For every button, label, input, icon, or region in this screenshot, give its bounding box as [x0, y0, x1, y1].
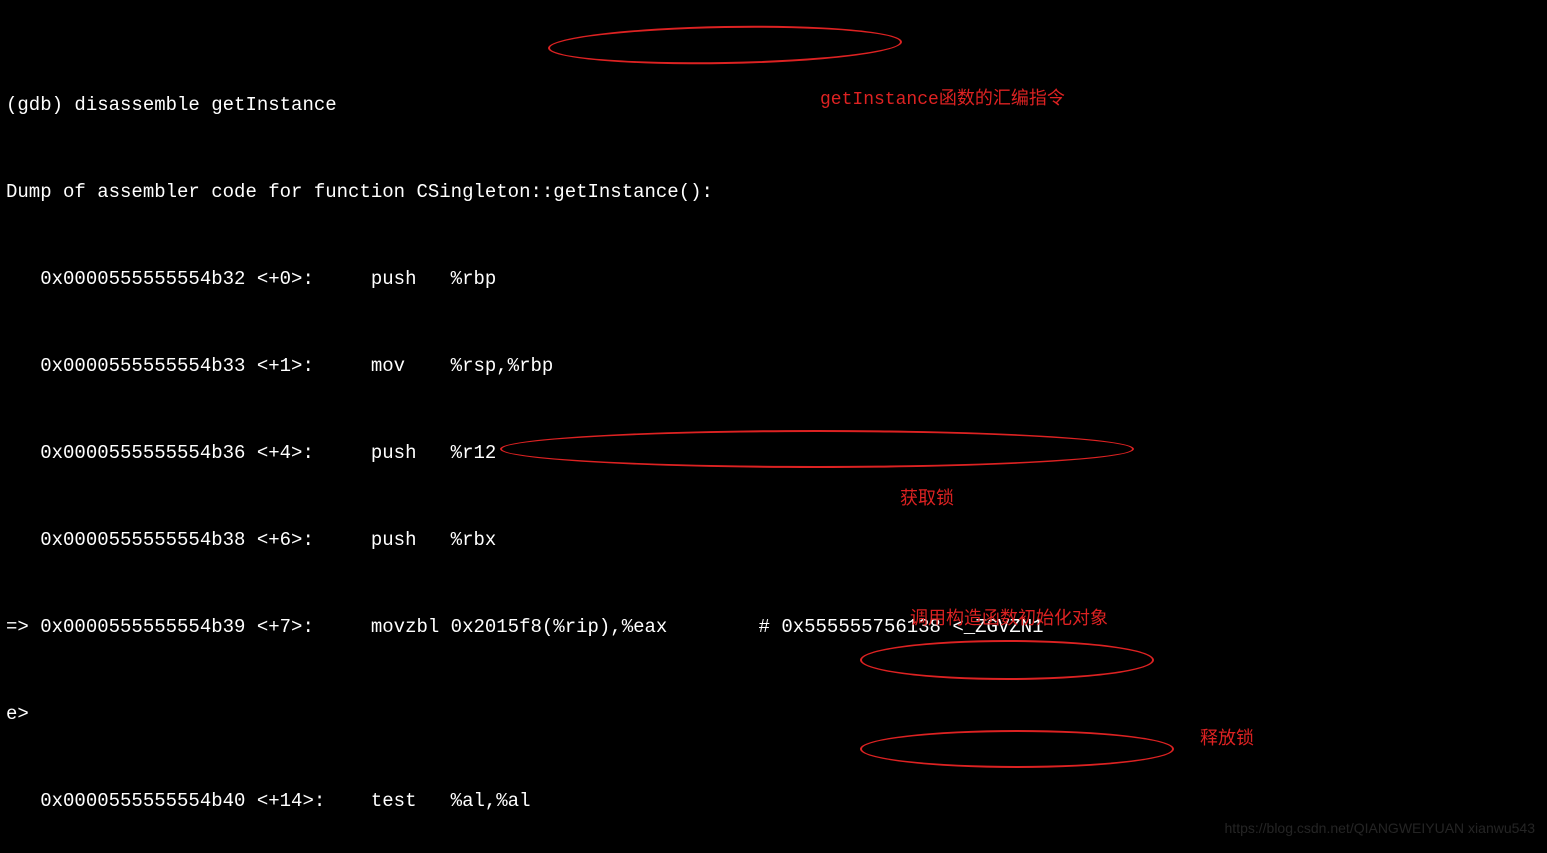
- asm-line: 0x0000555555554b33 <+1>: mov %rsp,%rbp: [6, 352, 1541, 381]
- asm-line: 0x0000555555554b38 <+6>: push %rbx: [6, 526, 1541, 555]
- ellipse-constructor: [860, 640, 1154, 680]
- ellipse-guard-release: [860, 730, 1174, 768]
- asm-line: 0x0000555555554b32 <+0>: push %rbp: [6, 265, 1541, 294]
- gdb-prompt-line: (gdb) disassemble getInstance: [6, 91, 1541, 120]
- asm-line: 0x0000555555554b36 <+4>: push %r12: [6, 439, 1541, 468]
- gdb-terminal[interactable]: (gdb) disassemble getInstance Dump of as…: [0, 0, 1547, 853]
- annotation-release-lock: 释放锁: [1200, 726, 1254, 755]
- watermark: https://blog.csdn.net/QIANGWEIYUAN xianw…: [1225, 814, 1535, 843]
- asm-line: 0x0000555555554b40 <+14>: test %al,%al: [6, 787, 1541, 816]
- dump-header: Dump of assembler code for function CSin…: [6, 178, 1541, 207]
- asm-line: e>: [6, 700, 1541, 729]
- annotation-acquire-lock: 获取锁: [900, 486, 954, 515]
- asm-line-current: => 0x0000555555554b39 <+7>: movzbl 0x201…: [6, 613, 1541, 642]
- ellipse-function-name: [548, 23, 903, 67]
